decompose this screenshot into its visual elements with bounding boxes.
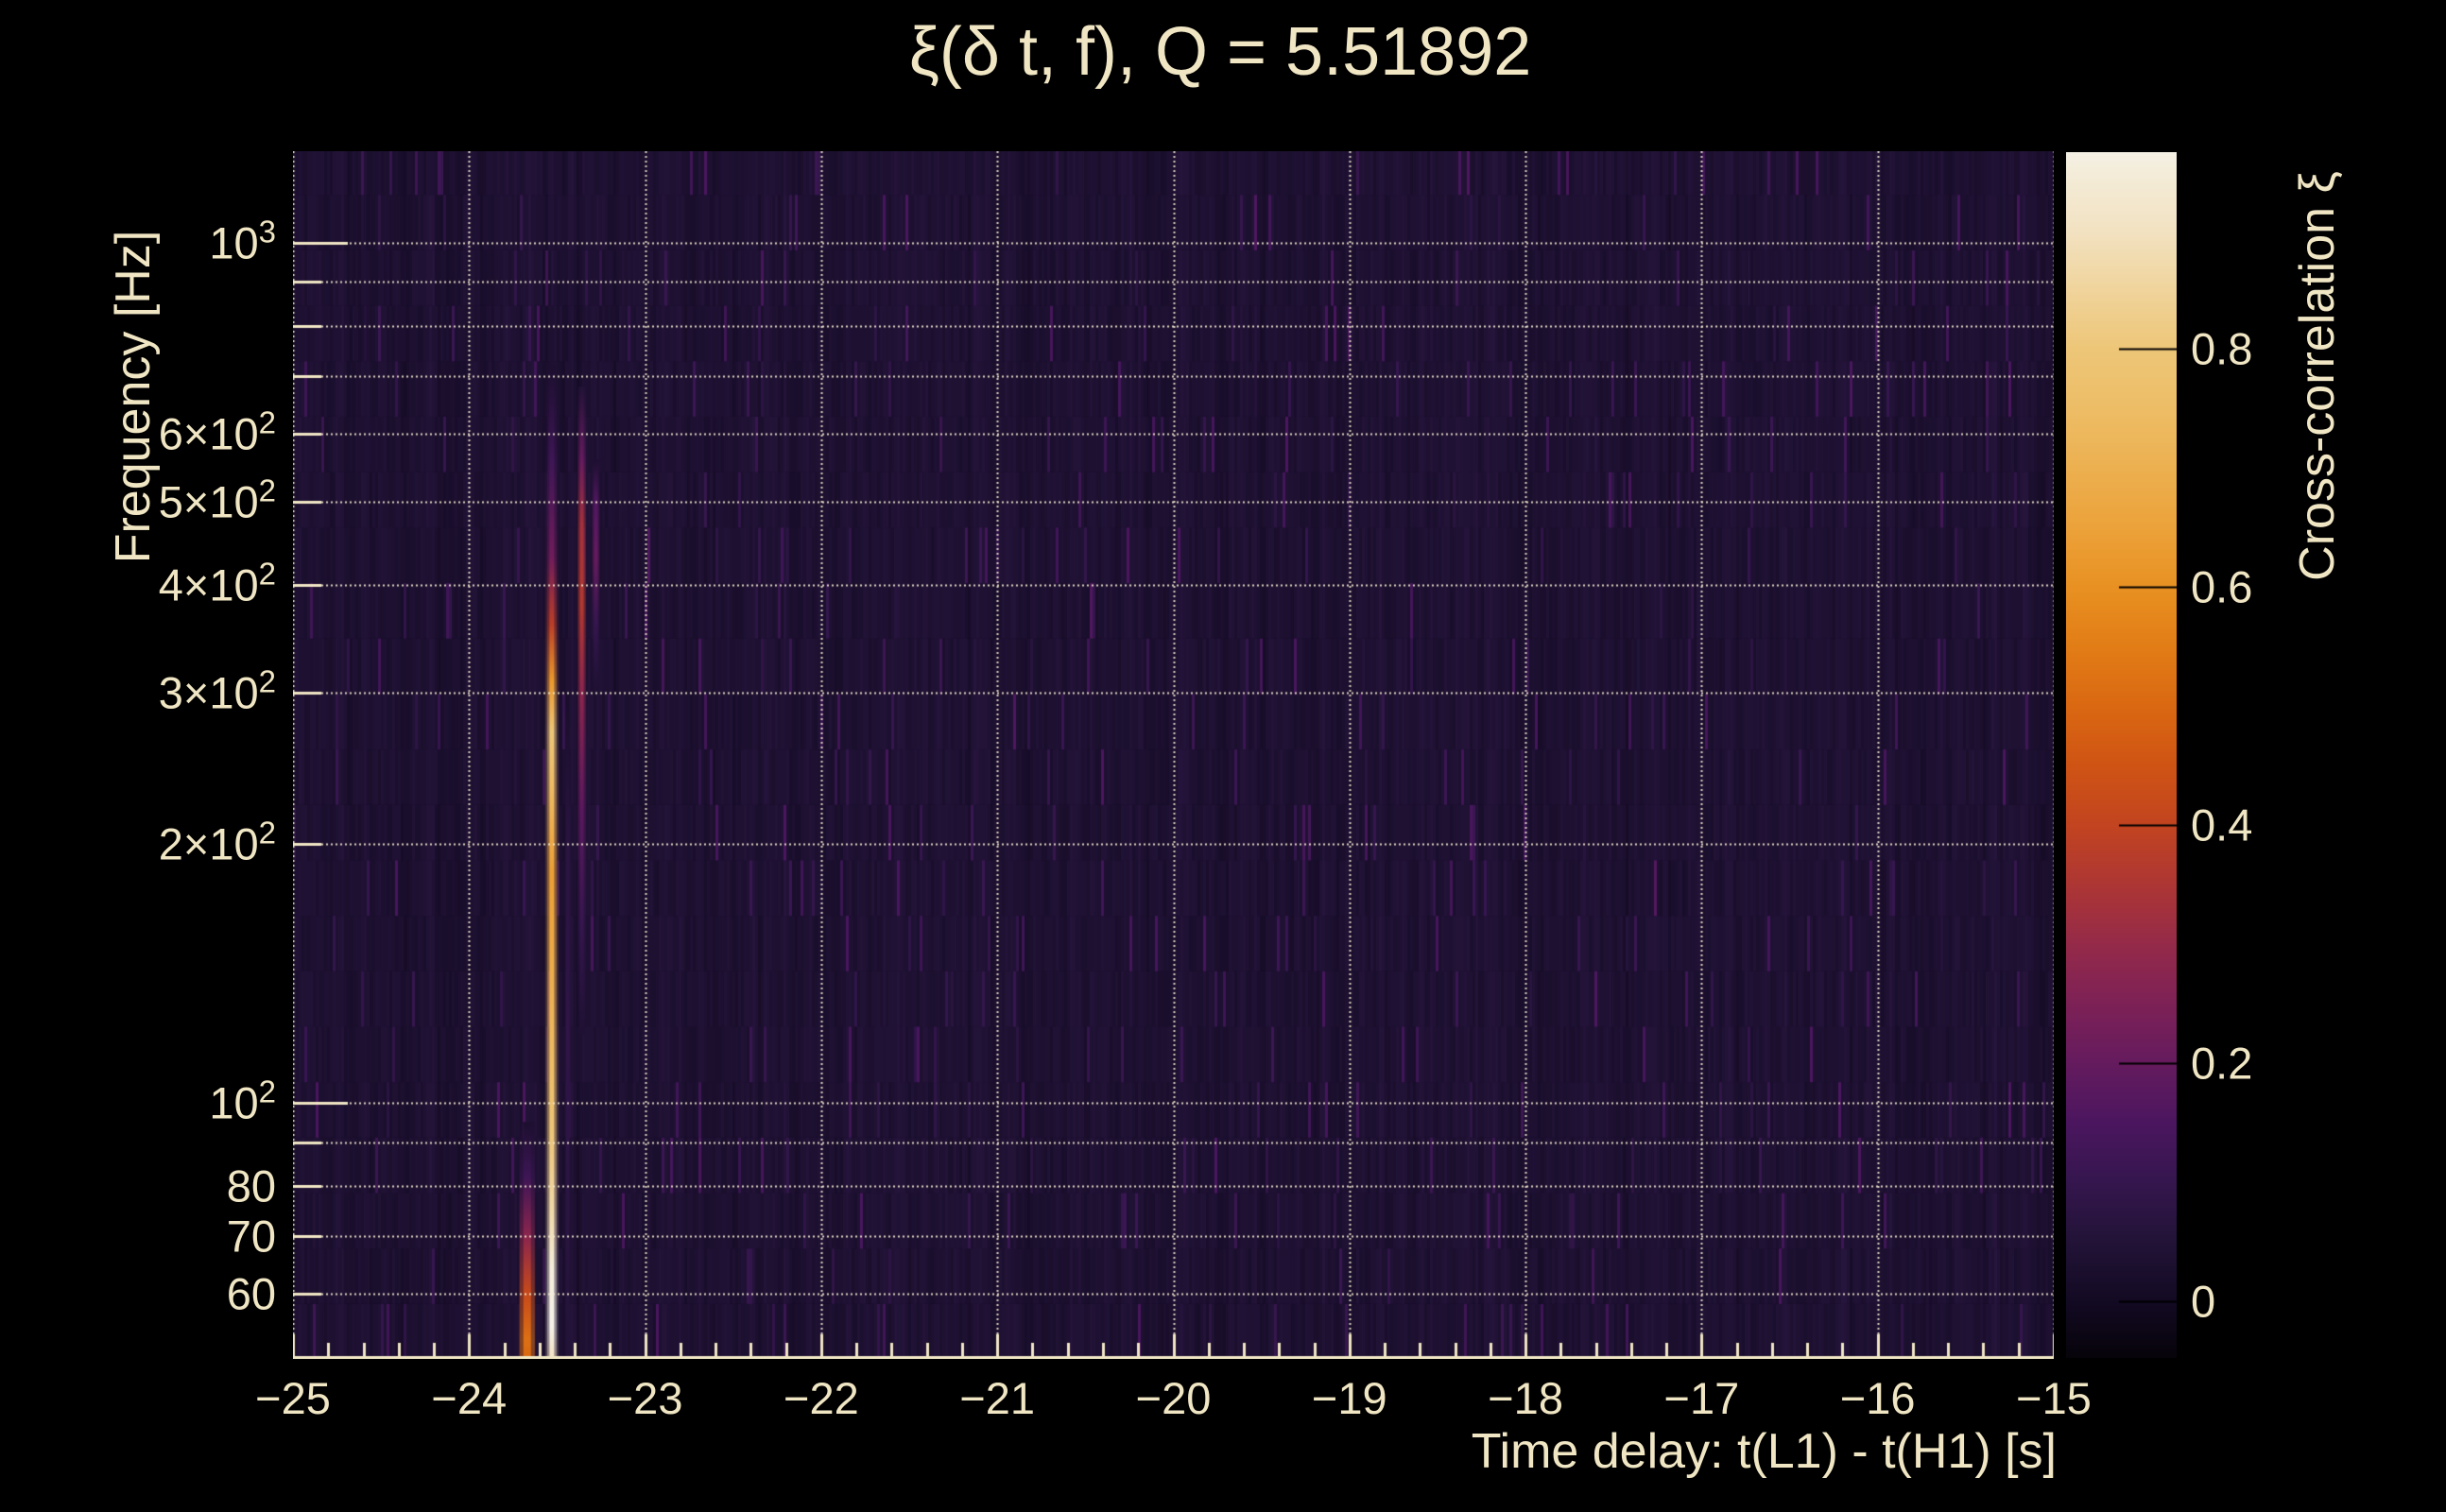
colorbar-title: Cross-correlation ξ: [2290, 171, 2345, 581]
colorbar-canvas: [2066, 152, 2177, 1358]
y-tick-label: 2×102: [158, 815, 276, 870]
y-tick-label: 60: [227, 1268, 276, 1320]
y-axis-title: Frequency [Hz]: [106, 230, 161, 564]
x-tick-label: −23: [607, 1373, 683, 1423]
y-tick-base: 6×10: [158, 408, 259, 459]
y-tick-base: 10: [209, 217, 259, 268]
y-tick-base: 10: [209, 1077, 259, 1128]
x-tick-label: −25: [255, 1373, 331, 1423]
qscan-figure: ξ(δ t, f), Q = 5.51892 Frequency [Hz] Ti…: [0, 0, 2446, 1512]
x-tick-label: −24: [431, 1373, 508, 1423]
y-tick-label: 70: [227, 1211, 276, 1263]
colorbar-tick-label: 0.6: [2191, 561, 2253, 612]
y-tick-exponent: 2: [258, 404, 276, 440]
x-tick-label: −15: [2016, 1373, 2092, 1423]
heatmap-canvas: [293, 151, 2054, 1359]
y-tick-exponent: 2: [258, 663, 276, 699]
y-tick-exponent: 3: [258, 214, 276, 249]
colorbar-tick-label: 0.2: [2191, 1038, 2253, 1089]
y-tick-label: 3×102: [158, 663, 276, 718]
y-tick-base: 2×10: [158, 818, 259, 869]
y-tick-base: 3×10: [158, 667, 259, 718]
y-tick-label: 4×102: [158, 556, 276, 610]
y-tick-exponent: 2: [258, 472, 276, 508]
x-tick-label: −19: [1311, 1373, 1387, 1423]
x-axis-title: Time delay: t(L1) - t(H1) [s]: [1471, 1424, 2057, 1479]
y-tick-label: 102: [209, 1074, 276, 1129]
y-tick-base: 60: [226, 1268, 276, 1319]
y-tick-label: 6×102: [158, 404, 276, 459]
y-tick-exponent: 2: [258, 1074, 276, 1109]
y-tick-exponent: 2: [258, 556, 276, 592]
y-tick-exponent: 2: [258, 815, 276, 850]
x-tick-label: −20: [1135, 1373, 1212, 1423]
colorbar-tick-label: 0.8: [2191, 323, 2253, 374]
y-tick-label: 5×102: [158, 472, 276, 527]
x-tick-label: −18: [1488, 1373, 1563, 1423]
y-tick-base: 80: [226, 1160, 276, 1211]
x-tick-label: −22: [784, 1373, 859, 1423]
x-tick-label: −21: [959, 1373, 1036, 1423]
colorbar-tick-label: 0: [2191, 1276, 2216, 1327]
plot-title: ξ(δ t, f), Q = 5.51892: [908, 14, 1532, 90]
y-tick-base: 70: [226, 1211, 276, 1262]
x-tick-label: −16: [1839, 1373, 1916, 1423]
colorbar-tick-label: 0.4: [2191, 799, 2253, 850]
y-tick-label: 103: [209, 214, 276, 268]
x-tick-label: −17: [1663, 1373, 1740, 1423]
y-tick-base: 4×10: [158, 559, 259, 610]
y-tick-base: 5×10: [158, 476, 259, 527]
y-tick-label: 80: [227, 1160, 276, 1212]
